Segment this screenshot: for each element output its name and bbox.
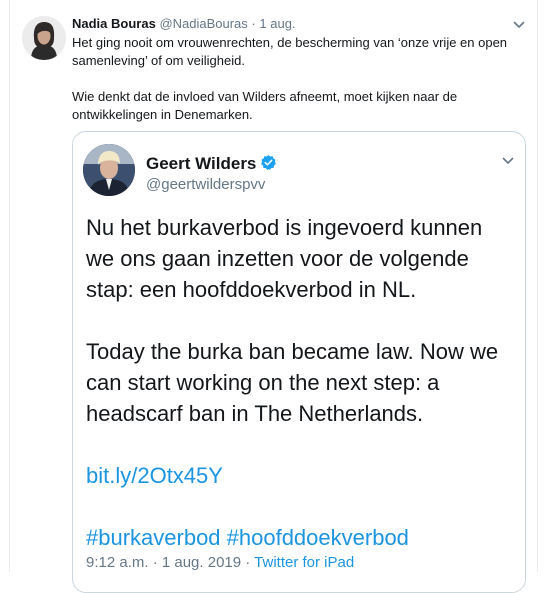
separator: ·	[251, 16, 256, 31]
quoted-author-name-text: Geert Wilders	[146, 154, 257, 173]
avatar[interactable]	[22, 16, 66, 60]
chevron-down-icon[interactable]	[512, 18, 526, 32]
quoted-link[interactable]: bit.ly/2Otx45Y	[86, 463, 223, 488]
quoted-author-handle[interactable]: @geertwilderspvv	[146, 176, 265, 193]
left-column-border	[0, 0, 10, 572]
tweet-paragraph: Wie denkt dat de invloed van Wilders afn…	[72, 89, 458, 122]
right-column-border	[537, 0, 548, 572]
author-handle[interactable]: @NadiaBouras	[159, 16, 247, 31]
quoted-avatar[interactable]	[83, 144, 135, 196]
hashtags[interactable]: #burkaverbod #hoofddoekverbod	[86, 525, 409, 550]
chevron-down-icon[interactable]	[501, 154, 515, 168]
tweet-text: Het ging nooit om vrouwenrechten, de bes…	[72, 34, 512, 124]
tweet-body: Nadia Bouras @NadiaBouras · 1 aug. Het g…	[72, 16, 534, 142]
meta-separator: ·	[241, 554, 255, 571]
quoted-tweet[interactable]: Geert Wilders @geertwilderspvv Nu het bu…	[72, 131, 526, 593]
quoted-paragraph-dutch: Nu het burkaverbod is ingevoerd kunnen w…	[86, 215, 483, 302]
author-name[interactable]: Nadia Bouras	[72, 16, 156, 31]
tweet-header: Nadia Bouras @NadiaBouras · 1 aug.	[72, 16, 534, 32]
quoted-paragraph-english: Today the burka ban became law. Now we c…	[86, 339, 499, 426]
quoted-author-name[interactable]: Geert Wilders	[146, 154, 277, 174]
tweet-paragraph: Het ging nooit om vrouwenrechten, de bes…	[72, 35, 508, 68]
verified-badge-icon	[261, 155, 277, 170]
quoted-timestamp[interactable]: 9:12 a.m. · 1 aug. 2019	[86, 554, 241, 571]
quoted-tweet-meta: 9:12 a.m. · 1 aug. 2019 · Twitter for iP…	[86, 554, 354, 571]
quoted-tweet-text: Nu het burkaverbod is ingevoerd kunnen w…	[86, 212, 516, 584]
tweet-date[interactable]: 1 aug.	[259, 16, 295, 31]
tweet-source[interactable]: Twitter for iPad	[254, 554, 354, 571]
